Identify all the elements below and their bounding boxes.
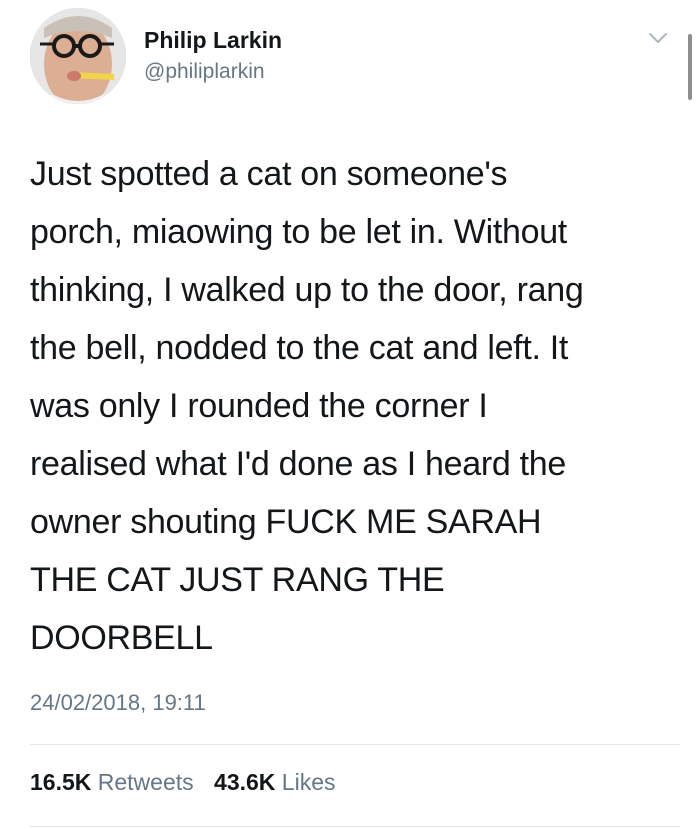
author-display-name[interactable]: Philip Larkin [144,27,282,54]
scrollbar[interactable] [688,34,692,100]
retweets-stat[interactable]: 16.5K Retweets [30,769,200,795]
avatar[interactable] [30,8,126,104]
tweet-text-line: realised what I'd done as I heard the [30,445,566,483]
chevron-down-icon[interactable] [648,30,668,46]
tweet-stats: 16.5K Retweets 43.6K Likes [30,769,336,796]
divider [30,744,680,745]
likes-label: Likes [281,769,336,795]
tweet-text-line: porch, miaowing to be let in. Without [30,213,567,251]
tweet-text-line: owner shouting FUCK ME SARAH [30,503,542,541]
likes-count: 43.6K [214,769,276,795]
tweet-text: Just spotted a cat on someone's porch, m… [30,145,670,667]
divider [30,826,680,827]
tweet: Philip Larkin @philiplarkin Just spotted… [0,0,700,828]
tweet-timestamp[interactable]: 24/02/2018, 19:11 [30,690,206,716]
retweets-label: Retweets [97,769,194,795]
tweet-text-line: DOORBELL [30,619,213,657]
author-handle[interactable]: @philiplarkin [144,60,265,84]
tweet-text-line: was only I rounded the corner I [30,387,488,425]
retweets-count: 16.5K [30,769,92,795]
tweet-text-line: the bell, nodded to the cat and left. It [30,329,569,367]
profile-photo-icon [30,8,126,104]
tweet-text-line: thinking, I walked up to the door, rang [30,271,584,309]
tweet-text-line: THE CAT JUST RANG THE [30,561,445,599]
tweet-text-line: Just spotted a cat on someone's [30,155,508,193]
likes-stat[interactable]: 43.6K Likes [214,769,335,795]
